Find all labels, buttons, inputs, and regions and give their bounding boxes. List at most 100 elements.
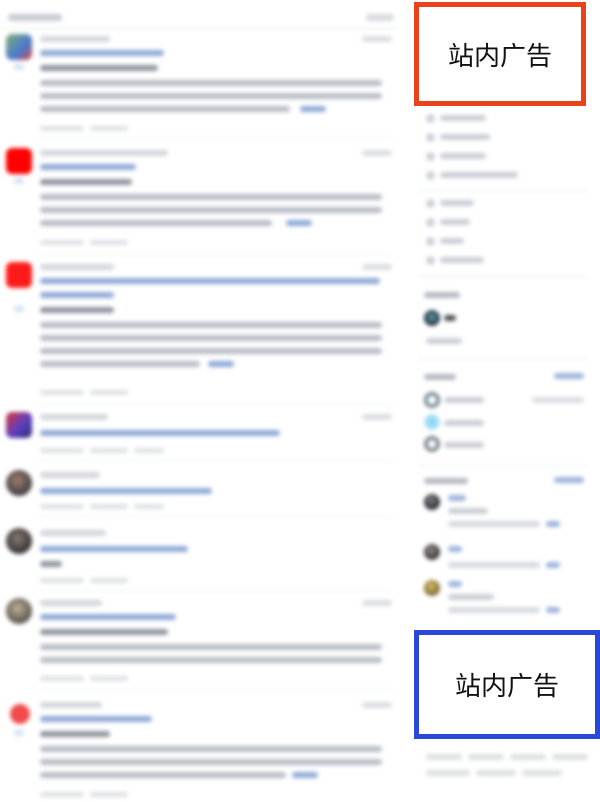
item-text bbox=[40, 746, 382, 752]
follow-link[interactable] bbox=[546, 521, 560, 527]
author-name[interactable] bbox=[40, 414, 108, 420]
author-name[interactable] bbox=[40, 702, 102, 708]
footer-link[interactable] bbox=[468, 754, 504, 760]
item-meta[interactable] bbox=[40, 676, 84, 681]
item-text bbox=[40, 322, 382, 328]
item-link[interactable] bbox=[40, 546, 188, 552]
footer-link[interactable] bbox=[510, 754, 546, 760]
user-name[interactable] bbox=[444, 420, 484, 426]
divider bbox=[418, 190, 588, 191]
avatar[interactable] bbox=[6, 598, 32, 624]
item-text bbox=[40, 759, 382, 765]
author-name[interactable] bbox=[40, 530, 106, 536]
user-name[interactable] bbox=[444, 442, 484, 448]
item-link[interactable] bbox=[40, 716, 152, 722]
item-meta[interactable] bbox=[90, 448, 128, 453]
sidebar-link[interactable] bbox=[440, 115, 486, 121]
bullet-icon bbox=[426, 237, 435, 246]
read-more-link[interactable] bbox=[286, 220, 312, 226]
item-meta[interactable] bbox=[40, 504, 84, 509]
item-text bbox=[40, 80, 382, 86]
sidebar-link[interactable] bbox=[440, 134, 490, 140]
item-meta[interactable] bbox=[90, 578, 128, 583]
avatar[interactable] bbox=[424, 414, 440, 430]
item-meta[interactable] bbox=[90, 126, 128, 131]
sidebar-link[interactable] bbox=[440, 257, 484, 263]
author-name[interactable] bbox=[40, 472, 100, 478]
item-meta[interactable] bbox=[90, 792, 128, 797]
user-name[interactable] bbox=[448, 581, 462, 587]
feed-header-action[interactable] bbox=[366, 14, 394, 21]
follow-link[interactable] bbox=[546, 607, 560, 613]
user-name[interactable] bbox=[444, 397, 484, 403]
sidebar-link[interactable] bbox=[440, 153, 486, 159]
ad-banner-top[interactable]: 站内广告 bbox=[414, 2, 586, 106]
read-more-link[interactable] bbox=[292, 772, 318, 778]
footer-link[interactable] bbox=[522, 770, 562, 776]
avatar[interactable] bbox=[424, 494, 440, 510]
avatar[interactable] bbox=[424, 544, 440, 560]
read-more-link[interactable] bbox=[208, 361, 234, 367]
item-link[interactable] bbox=[40, 292, 114, 298]
divider bbox=[418, 358, 588, 359]
item-link[interactable] bbox=[40, 278, 380, 284]
item-link[interactable] bbox=[40, 488, 212, 494]
avatar[interactable] bbox=[424, 580, 440, 596]
item-link[interactable] bbox=[40, 50, 164, 56]
item-meta[interactable] bbox=[40, 240, 84, 245]
avatar[interactable] bbox=[6, 34, 32, 60]
avatar[interactable] bbox=[6, 470, 32, 496]
avatar[interactable] bbox=[424, 310, 440, 326]
item-meta[interactable] bbox=[134, 504, 164, 509]
avatar[interactable] bbox=[424, 392, 440, 408]
item-meta[interactable] bbox=[90, 504, 128, 509]
footer-link[interactable] bbox=[426, 754, 462, 760]
bullet-icon bbox=[426, 133, 435, 142]
sidebar-link[interactable] bbox=[440, 200, 474, 206]
ad-banner-bottom[interactable]: 站内广告 bbox=[414, 630, 600, 739]
author-name[interactable] bbox=[40, 600, 102, 606]
more-link[interactable] bbox=[554, 373, 584, 379]
item-meta[interactable] bbox=[40, 126, 84, 131]
item-link[interactable] bbox=[40, 614, 176, 620]
divider bbox=[40, 254, 392, 255]
avatar[interactable] bbox=[10, 704, 30, 724]
item-meta[interactable] bbox=[90, 390, 128, 395]
user-meta bbox=[448, 521, 540, 527]
avatar[interactable] bbox=[6, 148, 32, 174]
item-meta[interactable] bbox=[40, 448, 84, 453]
user-name[interactable] bbox=[448, 546, 462, 552]
item-text bbox=[40, 644, 382, 650]
read-more-link[interactable] bbox=[300, 106, 326, 112]
sidebar: 站内广告 站内广告 bbox=[412, 0, 600, 802]
feed-header-title bbox=[8, 14, 62, 21]
follow-link[interactable] bbox=[546, 562, 560, 568]
item-meta[interactable] bbox=[40, 792, 84, 797]
item-link[interactable] bbox=[40, 430, 280, 436]
avatar[interactable] bbox=[6, 528, 32, 554]
divider bbox=[40, 460, 392, 461]
user-name[interactable] bbox=[448, 495, 466, 501]
item-meta[interactable] bbox=[134, 448, 164, 453]
item-meta[interactable] bbox=[90, 240, 128, 245]
footer-link[interactable] bbox=[476, 770, 516, 776]
author-name[interactable] bbox=[40, 36, 110, 42]
sidebar-link[interactable] bbox=[440, 172, 518, 178]
author-name[interactable] bbox=[40, 150, 168, 156]
sidebar-link[interactable] bbox=[440, 219, 470, 225]
avatar[interactable] bbox=[424, 436, 440, 452]
item-meta[interactable] bbox=[40, 578, 84, 583]
avatar[interactable] bbox=[6, 412, 32, 438]
footer-link[interactable] bbox=[552, 754, 588, 760]
user-name[interactable] bbox=[444, 315, 456, 321]
avatar[interactable] bbox=[6, 262, 32, 288]
author-name[interactable] bbox=[40, 264, 114, 270]
sidebar-link[interactable] bbox=[440, 238, 464, 244]
sidebar-link[interactable] bbox=[426, 338, 462, 344]
item-meta[interactable] bbox=[40, 390, 84, 395]
item-meta[interactable] bbox=[90, 676, 128, 681]
footer-link[interactable] bbox=[426, 770, 470, 776]
divider bbox=[40, 516, 392, 517]
more-link[interactable] bbox=[554, 477, 584, 483]
item-link[interactable] bbox=[40, 164, 136, 170]
